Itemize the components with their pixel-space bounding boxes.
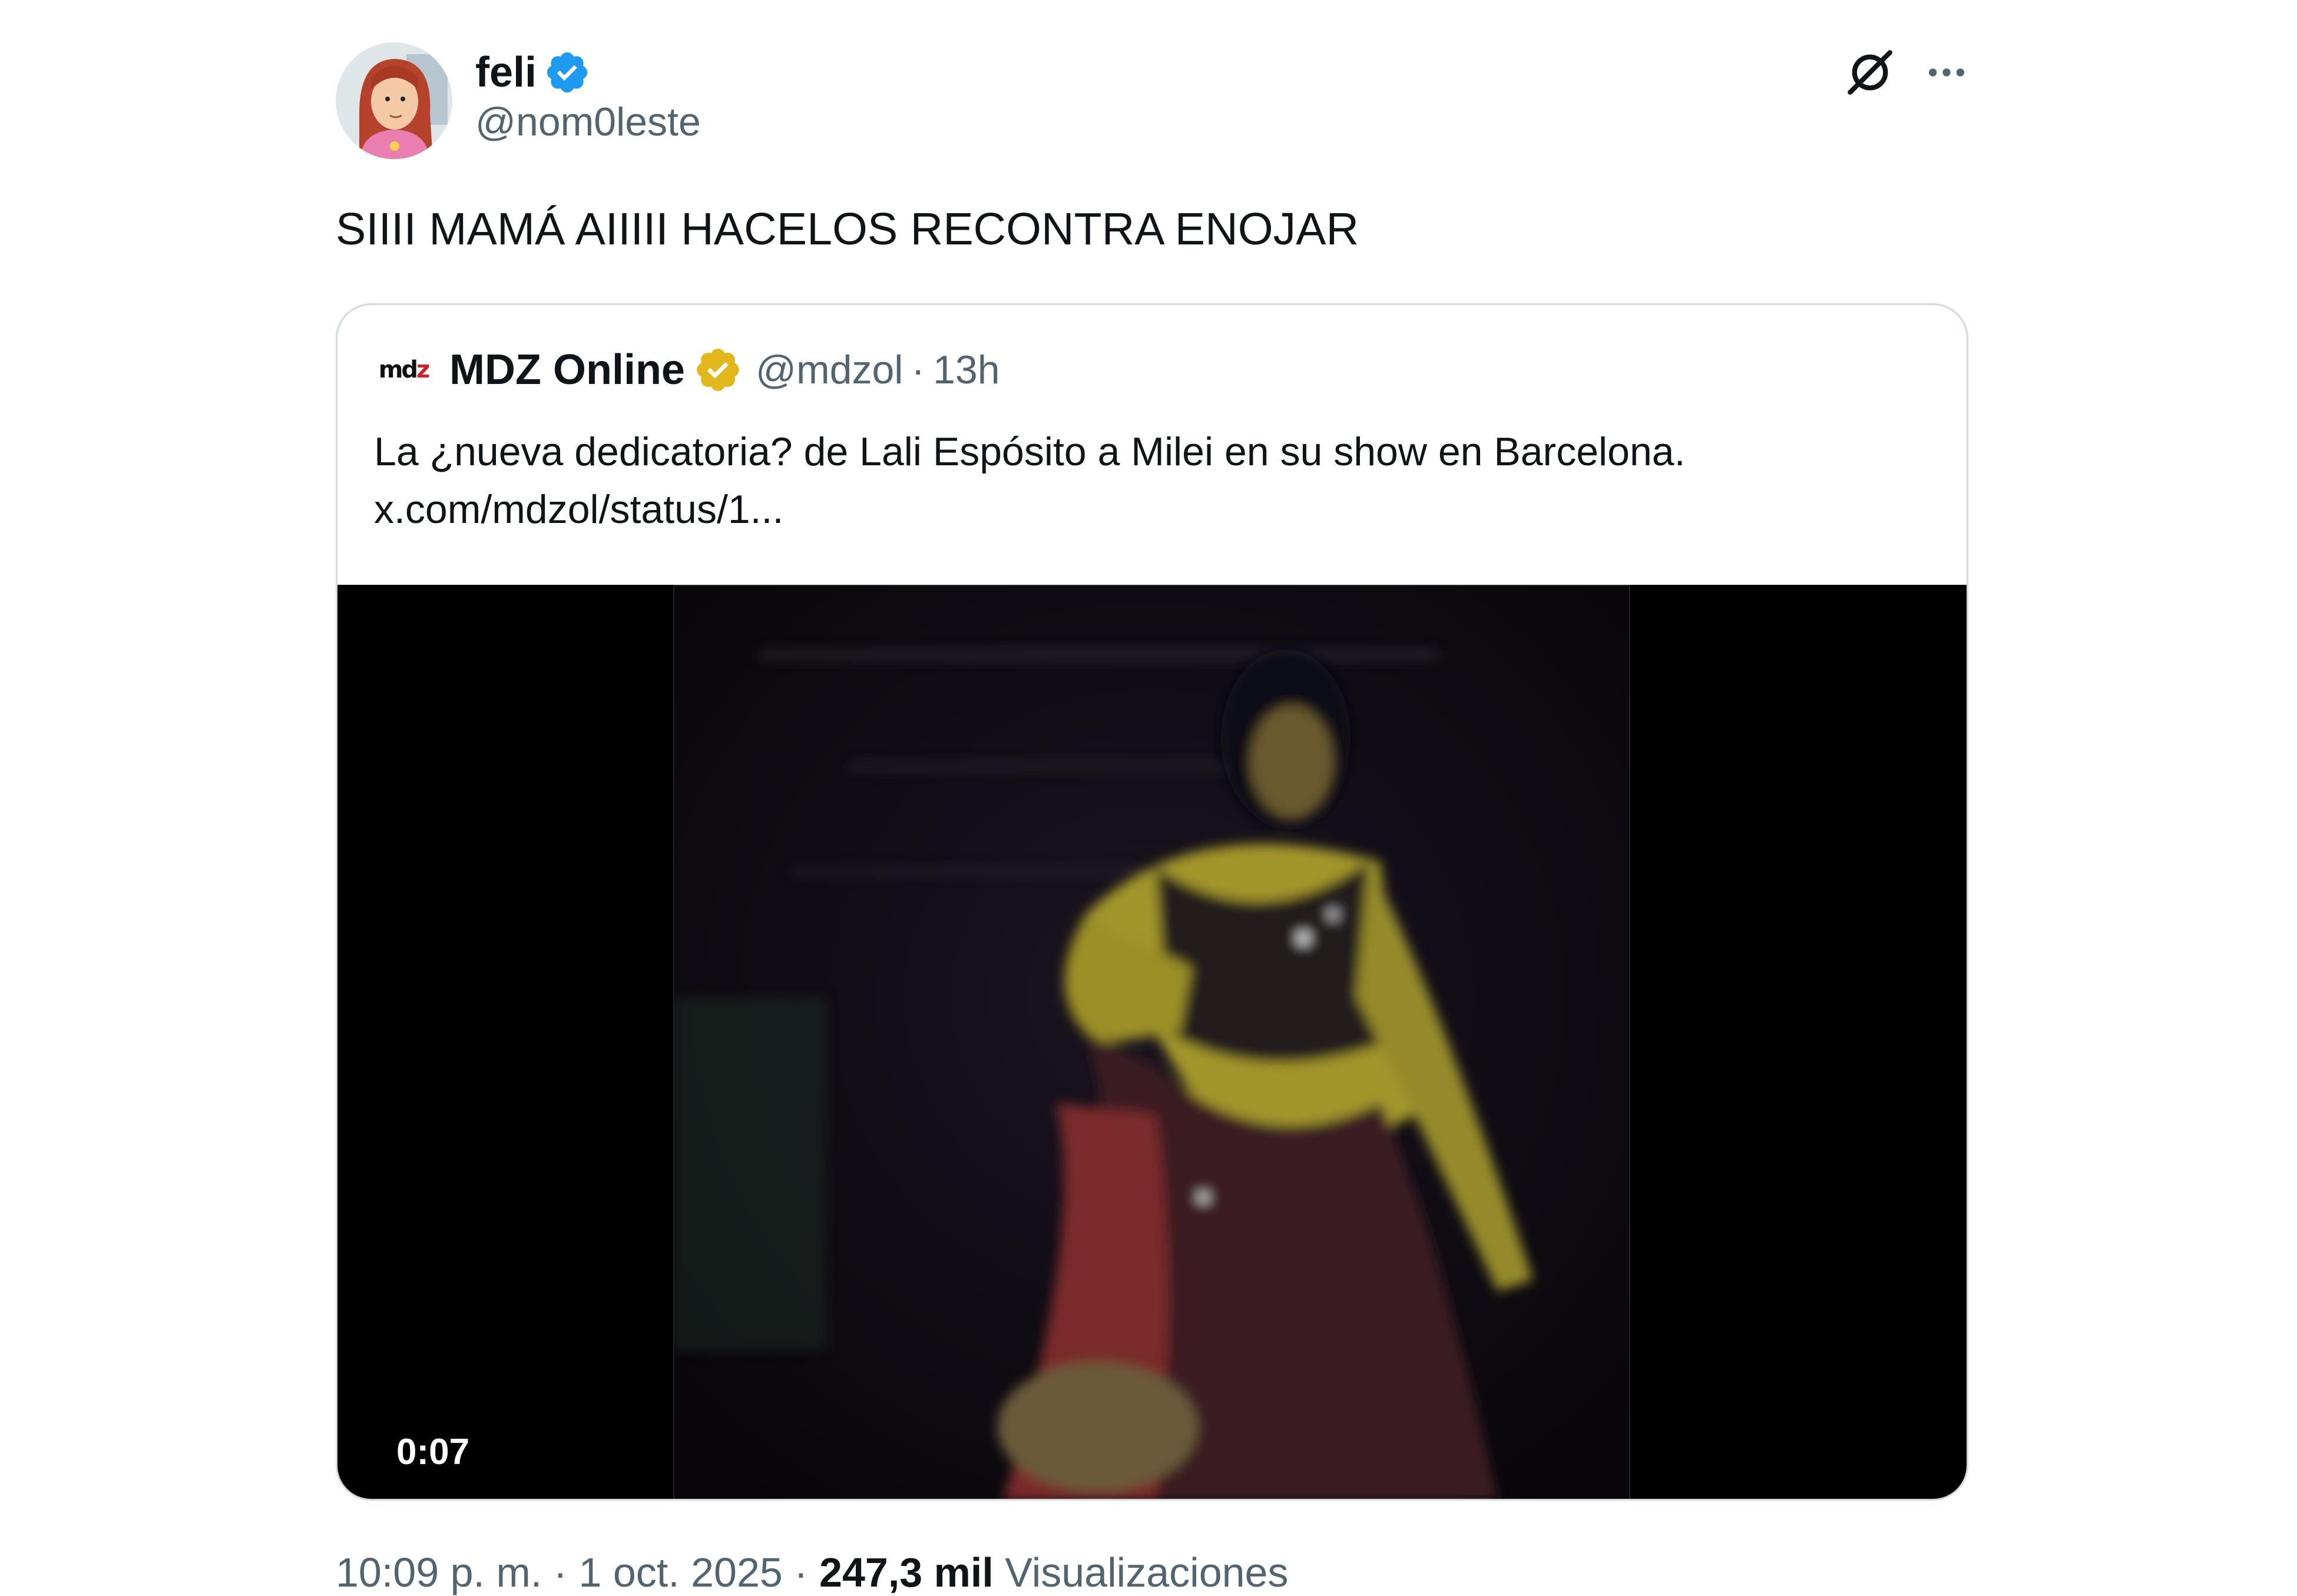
grok-icon[interactable] [1843,46,1896,99]
quoted-link[interactable]: x.com/mdzol/status/1... [374,481,1935,538]
quoted-timestamp[interactable]: 13h [933,347,999,393]
quoted-tweet-header: md z MDZ Online @mdzol · 13h [374,340,1000,399]
tweet-date[interactable]: 1 oct. 2025 [578,1549,782,1595]
tweet: feli @nom0leste SIIII MAMÁ AIIIII HACELO… [336,0,1970,1595]
more-options-icon[interactable] [1923,49,1970,96]
author-block: feli @nom0leste [475,46,701,145]
quoted-avatar-text: md [378,356,418,383]
quoted-author-name[interactable]: MDZ Online [449,346,685,394]
views-label: Visualizaciones [1005,1549,1289,1595]
quoted-separator: · [911,347,925,392]
tweet-meta: 10:09 p. m. · 1 oct. 2025 · 247,3 mil Vi… [336,1549,1288,1596]
tweet-time[interactable]: 10:09 p. m. [336,1549,542,1595]
quoted-avatar-text-accent: z [416,356,430,383]
quoted-author-handle[interactable]: @mdzol [756,347,903,393]
meta-separator-1: · [553,1549,567,1595]
meta-separator-2: · [794,1549,808,1595]
header-actions [1843,46,1970,99]
verified-gold-badge-icon[interactable] [693,345,743,395]
video-duration: 0:07 [396,1432,470,1472]
video-frame-thumbnail [673,585,1630,1499]
quoted-text-line-1: La ¿nueva dedicatoria? de Lali Espósito … [374,429,1686,474]
tweet-text: SIIII MAMÁ AIIIII HACELOS RECONTRA ENOJA… [336,204,1359,254]
author-avatar[interactable] [336,42,452,159]
author-name[interactable]: feli [475,48,537,97]
verified-badge-icon[interactable] [544,49,591,96]
quoted-tweet-text: La ¿nueva dedicatoria? de Lali Espósito … [374,423,1935,538]
views-count[interactable]: 247,3 mil [819,1549,994,1595]
quoted-avatar[interactable]: md z [374,340,433,399]
quoted-video[interactable]: 0:07 [337,585,1967,1499]
cartoon-girl-avatar-icon [336,42,452,159]
quoted-tweet[interactable]: md z MDZ Online @mdzol · 13h La ¿nueva de… [336,303,1968,1501]
author-handle[interactable]: @nom0leste [475,99,701,145]
